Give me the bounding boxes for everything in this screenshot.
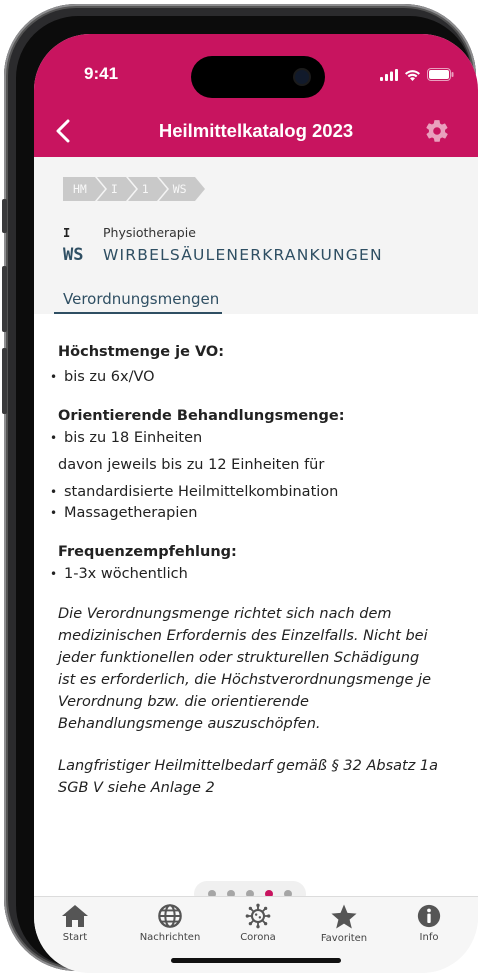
chevron-left-icon <box>56 119 70 143</box>
star-icon <box>331 904 357 929</box>
signal-icon <box>380 68 398 81</box>
note2-line: Langfristiger Heilmittelbedarf gemäß § 3… <box>58 758 439 774</box>
freq-item: 1-3x wöchentlich <box>50 564 456 585</box>
tab-label: Favoriten <box>320 933 368 944</box>
note2-paragraph: Langfristiger Heilmittelbedarf gemäß § 3… <box>58 755 456 799</box>
orient-heading: Orientierende Behandlungsmenge: <box>58 408 345 424</box>
dynamic-island <box>191 56 325 98</box>
home-indicator[interactable] <box>171 958 341 963</box>
status-icons <box>380 68 454 81</box>
breadcrumb-label: HM <box>73 182 87 196</box>
content-panel: Höchstmenge je VO: bis zu 6x/VO Orientie… <box>34 314 478 907</box>
tab-label: Start <box>62 932 88 943</box>
wifi-icon <box>405 69 420 81</box>
tab-corona[interactable]: Corona <box>218 903 298 943</box>
phone-frame: 9:41 Heilmittelkatalog 2023 HM I 1 WS I … <box>2 4 478 973</box>
tab-favoriten[interactable]: Favoriten <box>304 903 384 944</box>
freq-heading: Frequenzempfehlung: <box>58 544 237 560</box>
volume-down-button <box>2 348 7 414</box>
virus-icon <box>245 903 271 929</box>
subcategory-row: WS WIRBELSÄULENERKRANKUNGEN <box>63 245 383 265</box>
back-button[interactable] <box>52 116 76 146</box>
note-line: ist es erforderlich, die Höchstverordnun… <box>58 672 431 688</box>
note-line: Verordnung bzw. die orientierende <box>58 694 309 710</box>
max-heading: Höchstmenge je VO: <box>58 344 225 360</box>
breadcrumb-label: WS <box>172 182 187 196</box>
max-item: bis zu 6x/VO <box>50 367 456 388</box>
breadcrumb-item-hm[interactable]: HM <box>63 177 107 201</box>
page-title: Heilmittelkatalog 2023 <box>158 120 354 141</box>
note-paragraph: Die Verordnungsmenge richtet sich nach d… <box>58 603 456 735</box>
home-icon <box>62 905 88 927</box>
tab-label: Verordnungsmengen <box>63 290 220 308</box>
catalog-meta: HM I 1 WS I Physiotherapie WS WIRBELSÄUL… <box>34 157 478 314</box>
volume-up-button <box>2 266 7 332</box>
tab-nachrichten[interactable]: Nachrichten <box>130 903 210 943</box>
orient-note: davon jeweils bis zu 12 Einheiten für <box>58 457 325 473</box>
tab-verordnungsmengen[interactable]: Verordnungsmengen <box>54 290 222 314</box>
breadcrumb: HM I 1 WS <box>63 177 207 201</box>
phone-bezel: 9:41 Heilmittelkatalog 2023 HM I 1 WS I … <box>16 16 478 973</box>
app-header: 9:41 Heilmittelkatalog 2023 <box>34 34 478 157</box>
globe-icon <box>158 904 182 928</box>
screen: 9:41 Heilmittelkatalog 2023 HM I 1 WS I … <box>34 34 478 973</box>
battery-icon <box>427 68 454 81</box>
info-icon <box>417 904 441 928</box>
category-code: I <box>63 226 71 240</box>
breadcrumb-label: 1 <box>141 182 149 196</box>
subcategory-code: WS <box>63 245 84 265</box>
camera-icon <box>295 70 309 84</box>
note-line: Die Verordnungsmenge richtet sich nach d… <box>58 606 392 622</box>
breadcrumb-label: I <box>110 182 118 196</box>
orient-sub-item: Massagetherapien <box>50 503 456 524</box>
category-label: Physiotherapie <box>103 225 196 240</box>
note-line: medizinischen Erfordernis des Einzelfall… <box>58 628 428 644</box>
settings-button[interactable] <box>424 118 450 144</box>
tab-label: Nachrichten <box>139 932 201 943</box>
note-line: Behandlungsmenge auszuschöpfen. <box>58 716 321 732</box>
subcategory-label: WIRBELSÄULENERKRANKUNGEN <box>103 246 383 264</box>
tab-info[interactable]: Info <box>389 903 469 943</box>
tab-label: Corona <box>240 932 276 943</box>
note2-line: SGB V siehe Anlage 2 <box>58 780 215 796</box>
tab-label: Info <box>419 932 439 943</box>
status-time: 9:41 <box>84 64 119 83</box>
note-line: jeder funktionellen oder strukturellen S… <box>58 650 420 666</box>
orient-sub-item: standardisierte Heilmittelkombination <box>50 482 456 503</box>
mute-switch <box>2 199 7 233</box>
tab-start[interactable]: Start <box>35 903 115 943</box>
category-row: I Physiotherapie <box>63 225 196 240</box>
orient-item: bis zu 18 Einheiten <box>50 428 456 449</box>
gear-icon <box>426 120 448 142</box>
